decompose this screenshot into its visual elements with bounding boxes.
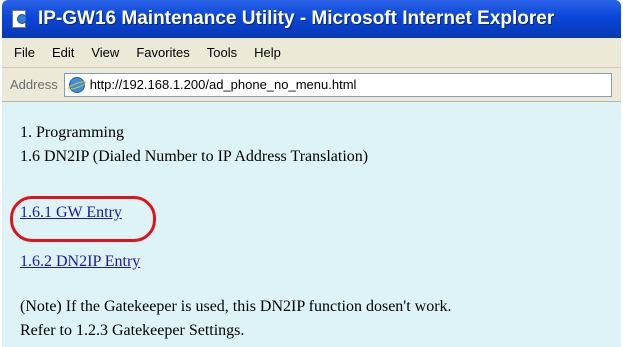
ie-page-icon <box>12 9 30 29</box>
note-text: (Note) If the Gatekeeper is used, this D… <box>20 298 452 315</box>
address-bar: Address http://192.168.1.200/ad_phone_no… <box>2 68 621 102</box>
menu-edit[interactable]: Edit <box>52 45 74 60</box>
menu-view[interactable]: View <box>91 45 119 60</box>
menu-tools[interactable]: Tools <box>207 45 237 60</box>
dn2ip-entry-link[interactable]: 1.6.2 DN2IP Entry <box>20 253 140 271</box>
menu-bar: File Edit View Favorites Tools Help <box>2 38 621 68</box>
gw-entry-link[interactable]: 1.6.1 GW Entry <box>20 204 122 222</box>
menu-file[interactable]: File <box>14 45 35 60</box>
window-title: IP-GW16 Maintenance Utility - Microsoft … <box>38 8 555 29</box>
subsection-title: 1.6 DN2IP (Dialed Number to IP Address T… <box>20 148 369 165</box>
address-url[interactable]: http://192.168.1.200/ad_phone_no_menu.ht… <box>90 77 357 92</box>
note-reference: Refer to 1.2.3 Gatekeeper Settings. <box>20 322 245 339</box>
menu-help[interactable]: Help <box>254 45 281 60</box>
window-titlebar[interactable]: IP-GW16 Maintenance Utility - Microsoft … <box>2 0 621 38</box>
menu-favorites[interactable]: Favorites <box>136 45 189 60</box>
section-title: 1. Programming <box>20 124 124 141</box>
address-input[interactable]: http://192.168.1.200/ad_phone_no_menu.ht… <box>63 72 612 97</box>
page-content: 1. Programming 1.6 DN2IP (Dialed Number … <box>2 102 621 347</box>
ie-page-icon <box>68 76 85 93</box>
address-label: Address <box>10 77 58 92</box>
